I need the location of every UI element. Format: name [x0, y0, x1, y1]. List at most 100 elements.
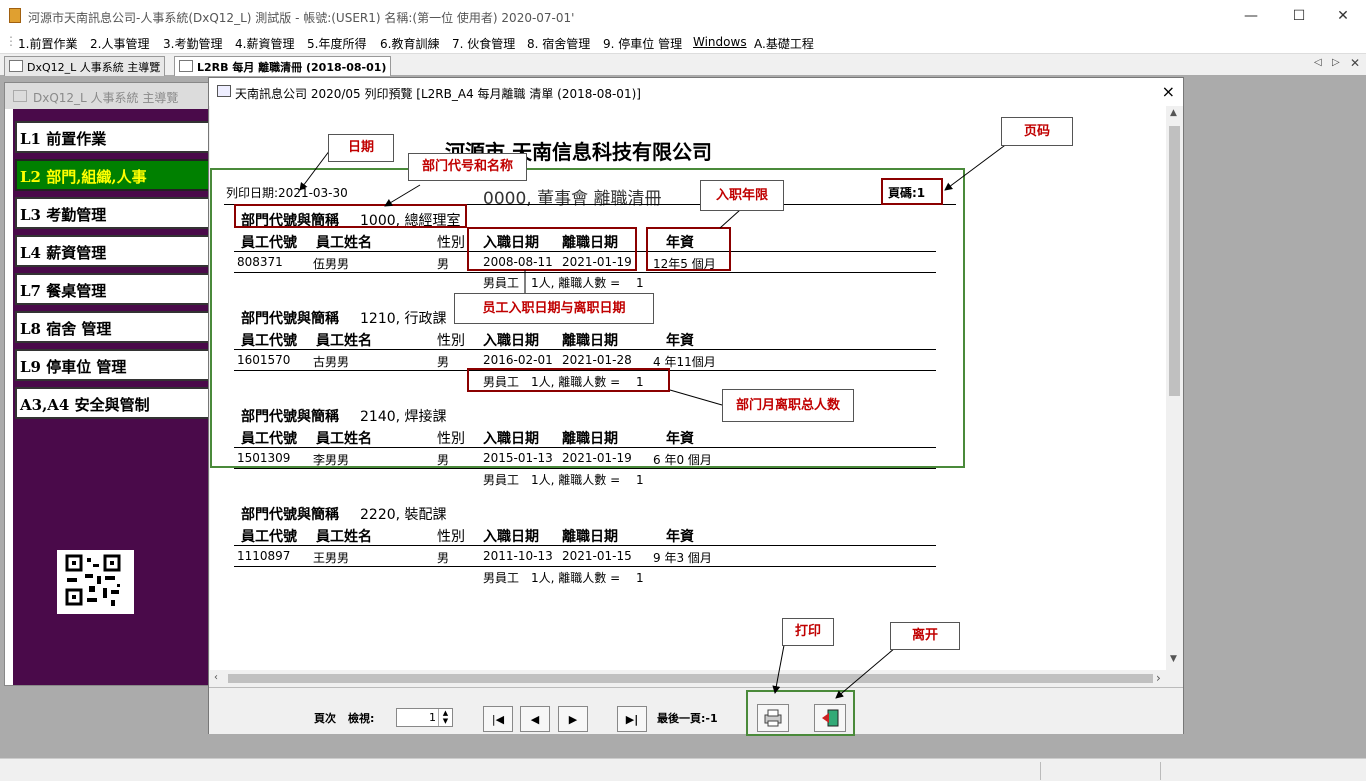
first-page-button[interactable]: |◀ — [483, 706, 513, 732]
scroll-left-icon[interactable]: ‹ — [214, 672, 218, 683]
form-icon — [217, 85, 231, 97]
total-highlight — [467, 368, 670, 392]
page-spinner-value: 1 — [429, 711, 436, 724]
vertical-scrollbar[interactable]: ▲ ▼ — [1166, 106, 1183, 670]
callout-total: 部门月离职总人数 — [722, 389, 854, 422]
col-header-tenure: 年資 — [666, 529, 694, 545]
menu-item-meals[interactable]: 7. 伙食管理 — [452, 35, 515, 52]
spinner-arrows-icon[interactable]: ▲ ▼ — [438, 709, 452, 726]
maximize-button[interactable]: ☐ — [1276, 0, 1322, 32]
menu-item-base[interactable]: A.基礎工程 — [754, 35, 814, 52]
dept-label: 部門代號與簡稱 — [241, 507, 339, 523]
callout-exit: 离开 — [890, 622, 960, 650]
dept-name: 2220, 裝配課 — [360, 507, 447, 523]
tab-label: L2RB 每月 離職清冊 (2018-08-01) — [197, 61, 387, 74]
callout-dept-code: 部门代号和名称 — [408, 153, 527, 181]
next-page-icon: ▶ — [568, 712, 578, 726]
callout-tenure: 入职年限 — [700, 180, 784, 211]
window-title: 河源市天南訊息公司-人事系統(DxQ12_L) 測試版 - 帳號:(USER1)… — [28, 11, 575, 25]
next-page-button[interactable]: ▶ — [558, 706, 588, 732]
form-icon — [13, 90, 27, 102]
menu-item-setup[interactable]: 1.前置作業 — [18, 35, 77, 52]
nav-button-l8[interactable]: L8 宿舍 管理 — [15, 311, 215, 343]
tab-close-icon[interactable]: ✕ — [1350, 56, 1360, 70]
prev-page-icon: ◀ — [530, 712, 540, 726]
nav-button-l1[interactable]: L1 前置作業 — [15, 121, 215, 153]
app-icon — [9, 8, 21, 23]
preview-toolbar: 頁次 檢視: 1 ▲ ▼ |◀ ◀ ▶ ▶| 最後一頁:-1 — [209, 687, 1183, 734]
horizontal-scrollbar[interactable]: ‹ › — [210, 670, 1183, 687]
menu-item-parking[interactable]: 9. 停車位 管理 — [603, 35, 682, 52]
tab-main-nav[interactable]: DxQ12_L 人事系統 主導覽 — [4, 56, 166, 76]
status-divider — [1040, 762, 1041, 780]
form-icon — [9, 60, 23, 72]
last-page-label: 最後一頁:-1 — [657, 712, 718, 725]
scroll-thumb[interactable] — [228, 674, 1153, 683]
dialog-title-bar: 天南訊息公司 2020/05 列印預覽 [L2RB_A4 每月離職 清單 (20… — [209, 78, 1183, 106]
tenure-highlight — [646, 227, 731, 271]
dialog-title: 天南訊息公司 2020/05 列印預覽 [L2RB_A4 每月離職 清單 (20… — [235, 87, 641, 101]
col-header-id: 員工代號 — [241, 529, 297, 545]
nav-button-l2[interactable]: L2 部門,組織,人事 — [15, 159, 215, 191]
dept-code-highlight — [234, 204, 467, 228]
nav-button-a3a4[interactable]: A3,A4 安全與管制 — [15, 387, 215, 419]
menu-item-personnel[interactable]: 2.人事管理 — [90, 35, 149, 52]
scroll-thumb[interactable] — [1169, 126, 1180, 396]
menu-bar: ⋮ 1.前置作業 2.人事管理 3.考勤管理 4.薪資管理 5.年度所得 6.教… — [0, 32, 1366, 54]
tab-scroll-right-icon[interactable]: ▷ — [1332, 57, 1340, 68]
first-page-icon: |◀ — [491, 712, 505, 726]
page-spinner[interactable]: 1 ▲ ▼ — [396, 708, 453, 727]
scroll-down-icon[interactable]: ▼ — [1170, 654, 1177, 664]
menu-grip: ⋮ — [5, 34, 17, 48]
page-highlight — [881, 178, 943, 205]
nav-button-l9[interactable]: L9 停車位 管理 — [15, 349, 215, 381]
dialog-close-button[interactable]: × — [1162, 82, 1175, 101]
status-divider — [1160, 762, 1161, 780]
last-page-icon: ▶| — [625, 712, 639, 726]
col-header-leave: 離職日期 — [562, 529, 618, 545]
menu-item-payroll[interactable]: 4.薪資管理 — [235, 35, 294, 52]
minimize-button[interactable]: — — [1228, 0, 1274, 32]
menu-item-income[interactable]: 5.年度所得 — [307, 35, 366, 52]
close-button[interactable]: ✕ — [1320, 0, 1366, 32]
prev-page-button[interactable]: ◀ — [520, 706, 550, 732]
menu-item-attendance[interactable]: 3.考勤管理 — [163, 35, 222, 52]
cell-hire: 2011-10-13 — [483, 549, 553, 563]
callout-date: 日期 — [328, 134, 394, 162]
scroll-right-icon[interactable]: › — [1156, 671, 1161, 685]
callout-print: 打印 — [782, 618, 834, 646]
dates-highlight — [467, 227, 637, 271]
tab-scroll-left-icon[interactable]: ◁ — [1314, 57, 1322, 68]
col-header-name: 員工姓名 — [316, 529, 372, 545]
menu-item-dorm[interactable]: 8. 宿舍管理 — [527, 35, 590, 52]
document-tab-bar: DxQ12_L 人事系統 主導覽 L2RB 每月 離職清冊 (2018-08-0… — [0, 54, 1366, 76]
divider — [234, 566, 936, 567]
qr-code-icon — [57, 550, 134, 614]
nav-button-l4[interactable]: L4 薪資管理 — [15, 235, 215, 267]
form-icon — [179, 60, 193, 72]
divider — [234, 545, 936, 546]
nav-button-l7[interactable]: L7 餐桌管理 — [15, 273, 215, 305]
title-bar: 河源市天南訊息公司-人事系統(DxQ12_L) 測試版 - 帳號:(USER1)… — [0, 0, 1366, 32]
cell-leave: 2021-01-15 — [562, 549, 632, 563]
cell-gender: 男 — [437, 551, 450, 565]
col-header-hire: 入職日期 — [483, 529, 539, 545]
divider — [234, 468, 936, 469]
tab-label: DxQ12_L 人事系統 主導覽 — [27, 61, 161, 74]
last-page-button[interactable]: ▶| — [617, 706, 647, 732]
cell-tenure: 9 年3 個月 — [653, 551, 712, 565]
panel-title-bar: DxQ12_L 人事系統 主導覽 — [5, 83, 217, 109]
toolbar-highlight-box — [746, 690, 855, 736]
dept-summary: 男員工 1人, 離職人數 = 1 — [483, 473, 644, 487]
menu-item-windows[interactable]: Windows — [693, 35, 747, 49]
menu-item-training[interactable]: 6.教育訓練 — [380, 35, 439, 52]
scroll-up-icon[interactable]: ▲ — [1170, 108, 1177, 118]
cell-id: 1110897 — [237, 549, 291, 563]
page-label: 頁次 — [314, 712, 336, 725]
view-label: 檢視: — [348, 712, 375, 725]
tab-report[interactable]: L2RB 每月 離職清冊 (2018-08-01) — [174, 56, 392, 76]
callout-page: 页码 — [1001, 117, 1073, 146]
status-bar — [0, 758, 1366, 781]
callout-hire-leave: 员工入职日期与离职日期 — [454, 293, 654, 324]
nav-button-l3[interactable]: L3 考勤管理 — [15, 197, 215, 229]
